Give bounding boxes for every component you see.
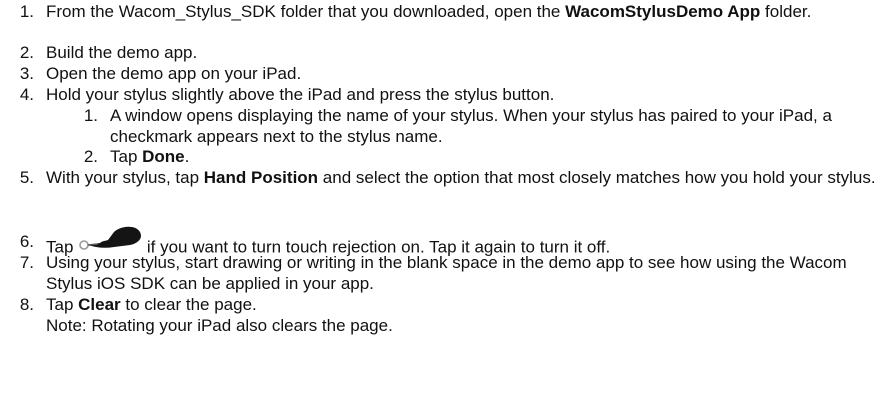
step-number: 5. — [19, 168, 34, 187]
step-number: 8. — [19, 295, 34, 314]
stylus-touch-rejection-icon — [78, 224, 142, 256]
step-text: From the Wacom_Stylus_SDK folder that yo… — [46, 2, 566, 21]
step-text: Using your stylus, start drawing or writ… — [46, 253, 847, 293]
step-text: With your stylus, tap — [46, 168, 204, 187]
step-number: 1. — [19, 2, 34, 21]
note-text: Note: Rotating your iPad also clears the… — [46, 316, 393, 335]
step-number: 7. — [19, 253, 34, 272]
substep-text: Tap — [110, 147, 143, 166]
step-text: and select the option that most closely … — [318, 168, 876, 187]
step-number: 2. — [19, 43, 34, 62]
step-text: Hold your stylus slightly above the iPad… — [46, 85, 555, 104]
step-number: 4. — [19, 85, 34, 104]
done-label: Done — [142, 147, 185, 166]
step-text: Open the demo app on your iPad. — [46, 64, 302, 83]
step-text: Build the demo app. — [46, 43, 198, 62]
substep-text: A window opens displaying the name of yo… — [110, 106, 832, 146]
substep-number: 2. — [83, 147, 98, 166]
step-text: Tap — [46, 295, 79, 314]
step-number: 6. — [19, 232, 34, 251]
step-text: folder. — [760, 2, 812, 21]
step-number: 3. — [19, 64, 34, 83]
folder-name: WacomStylusDemo App — [565, 2, 761, 21]
step-text: to clear the page. — [120, 295, 257, 314]
instructions-document: 1. From the Wacom_Stylus_SDK folder that… — [0, 0, 893, 406]
clear-label: Clear — [78, 295, 121, 314]
hand-position-label: Hand Position — [203, 168, 319, 187]
substep-number: 1. — [83, 106, 98, 125]
